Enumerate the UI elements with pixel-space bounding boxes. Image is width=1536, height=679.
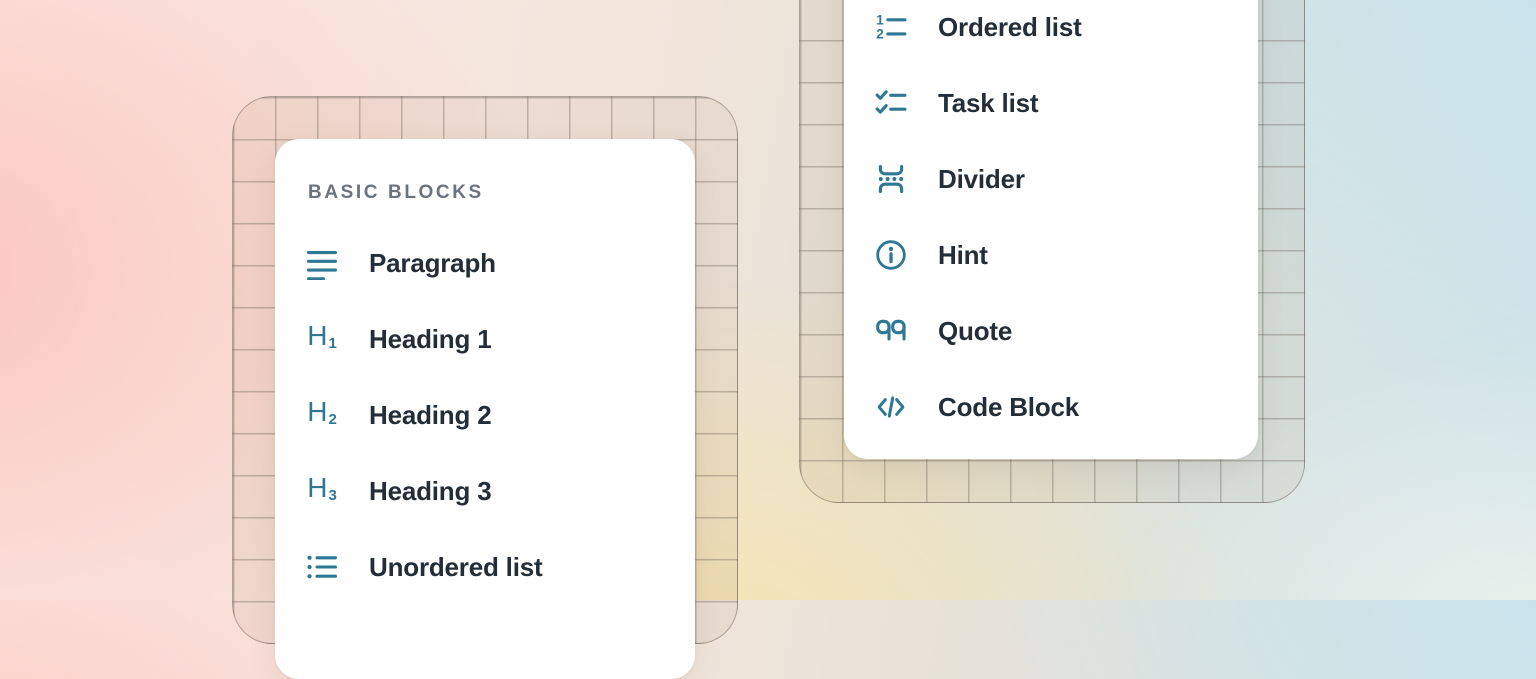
ordered-list-icon: 1 2 [874, 10, 908, 44]
quote-icon [874, 314, 908, 348]
menu-item-paragraph[interactable]: Paragraph [275, 225, 695, 301]
menu-item-label: Unordered list [369, 552, 542, 583]
menu-item-code-block[interactable]: Code Block [844, 369, 1258, 445]
blocks-menu-right: 1 2 Ordered list Task list [844, 0, 1258, 459]
code-block-icon [874, 390, 908, 424]
menu-item-task-list[interactable]: Task list [844, 65, 1258, 141]
divider-icon [874, 162, 908, 196]
menu-item-label: Hint [938, 240, 988, 271]
blocks-list: 1 2 Ordered list Task list [844, 0, 1258, 445]
menu-item-quote[interactable]: Quote [844, 293, 1258, 369]
heading-2-icon: H2 [305, 398, 339, 432]
menu-item-label: Divider [938, 164, 1025, 195]
menu-item-label: Quote [938, 316, 1012, 347]
menu-item-heading-2[interactable]: H2 Heading 2 [275, 377, 695, 453]
menu-item-label: Paragraph [369, 248, 496, 279]
menu-item-heading-1[interactable]: H1 Heading 1 [275, 301, 695, 377]
menu-item-heading-3[interactable]: H3 Heading 3 [275, 453, 695, 529]
heading-1-icon: H1 [305, 322, 339, 356]
basic-blocks-menu: BASIC BLOCKS Paragraph H1 Heading 1 H2 [275, 139, 695, 679]
menu-item-label: Heading 2 [369, 400, 491, 431]
menu-item-hint[interactable]: Hint [844, 217, 1258, 293]
paragraph-icon [305, 246, 339, 280]
hint-icon [874, 238, 908, 272]
svg-text:1: 1 [876, 12, 884, 27]
basic-blocks-list: Paragraph H1 Heading 1 H2 Heading 2 H3 H… [275, 225, 695, 605]
menu-item-label: Ordered list [938, 12, 1082, 43]
menu-item-divider[interactable]: Divider [844, 141, 1258, 217]
unordered-list-icon [305, 550, 339, 584]
menu-item-label: Heading 3 [369, 476, 491, 507]
menu-item-label: Code Block [938, 392, 1079, 423]
task-list-icon [874, 86, 908, 120]
menu-item-label: Task list [938, 88, 1038, 119]
svg-text:2: 2 [876, 27, 883, 42]
menu-item-label: Heading 1 [369, 324, 491, 355]
menu-item-ordered-list[interactable]: 1 2 Ordered list [844, 0, 1258, 65]
menu-item-unordered-list[interactable]: Unordered list [275, 529, 695, 605]
section-label-basic-blocks: BASIC BLOCKS [308, 182, 695, 204]
heading-3-icon: H3 [305, 474, 339, 508]
hero-illustration: { "colors": { "icon_teal": "#2e7896", "i… [0, 0, 1536, 600]
